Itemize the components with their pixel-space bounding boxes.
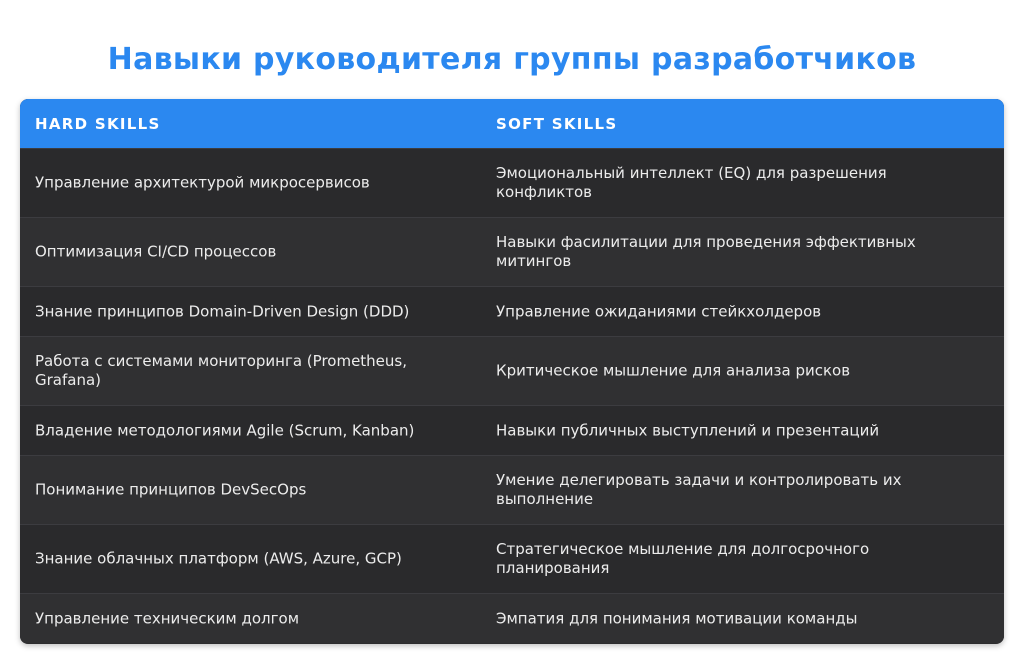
table-row: Управление техническим долгом Эмпатия дл…: [20, 593, 1004, 643]
soft-skill-cell: Управление ожиданиями стейкхолдеров: [496, 302, 822, 320]
table-row: Владение методологиями Agile (Scrum, Kan…: [20, 405, 1004, 455]
hard-skill-cell: Оптимизация CI/CD процессов: [35, 242, 277, 261]
soft-skill-cell: Стратегическое мышление для долгосрочног…: [496, 540, 870, 577]
skills-table: HARD SKILLS SOFT SKILLS Управление архит…: [20, 99, 1004, 644]
table-row: Оптимизация CI/CD процессов Навыки фасил…: [20, 217, 1004, 286]
table-row: Работа с системами мониторинга (Promethe…: [20, 336, 1004, 405]
hard-skill-cell: Управление архитектурой микросервисов: [35, 173, 370, 192]
header-soft-skills: SOFT SKILLS: [496, 114, 618, 133]
soft-skill-cell: Навыки фасилитации для проведения эффект…: [496, 233, 916, 270]
soft-skill-cell: Навыки публичных выступлений и презентац…: [496, 421, 880, 439]
hard-skill-cell: Знание облачных платформ (AWS, Azure, GC…: [35, 549, 402, 568]
soft-skill-cell: Эмоциональный интеллект (EQ) для разреше…: [496, 164, 887, 201]
hard-skill-cell: Знание принципов Domain-Driven Design (D…: [35, 302, 410, 320]
hard-skill-cell: Владение методологиями Agile (Scrum, Kan…: [35, 421, 415, 439]
table-row: Управление архитектурой микросервисов Эм…: [20, 148, 1004, 217]
soft-skill-cell: Критическое мышление для анализа рисков: [496, 361, 851, 380]
soft-skill-cell: Умение делегировать задачи и контролиров…: [496, 471, 902, 508]
page-title: Навыки руководителя группы разработчиков: [107, 42, 917, 77]
table-header: HARD SKILLS SOFT SKILLS: [20, 99, 1004, 148]
table-row: Понимание принципов DevSecOps Умение дел…: [20, 455, 1004, 524]
table-row: Знание принципов Domain-Driven Design (D…: [20, 286, 1004, 336]
table-row: Знание облачных платформ (AWS, Azure, GC…: [20, 524, 1004, 593]
hard-skill-cell: Управление техническим долгом: [35, 609, 300, 627]
hard-skill-cell: Понимание принципов DevSecOps: [35, 480, 307, 499]
header-hard-skills: HARD SKILLS: [35, 114, 161, 133]
soft-skill-cell: Эмпатия для понимания мотивации команды: [496, 609, 858, 627]
hard-skill-cell: Работа с системами мониторинга (Promethe…: [35, 352, 408, 389]
